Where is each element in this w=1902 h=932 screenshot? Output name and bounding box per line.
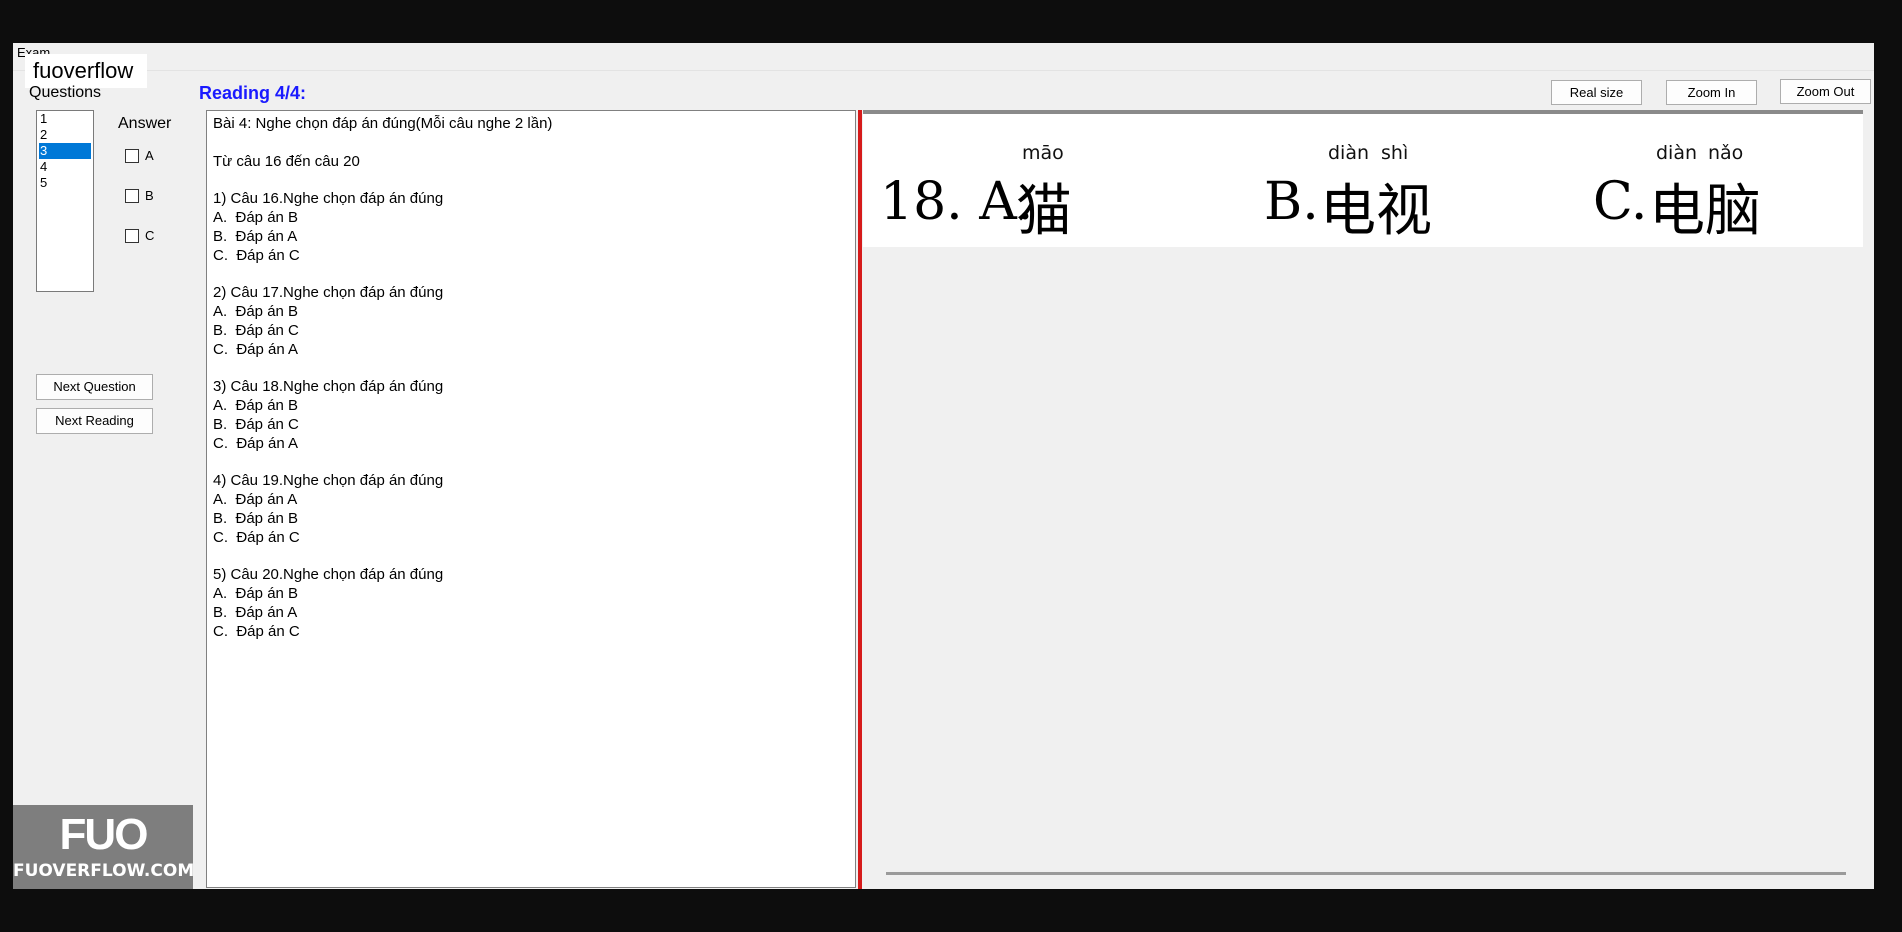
pinyin-c-2: nǎo <box>1708 142 1744 164</box>
answer-option-a[interactable]: A <box>125 148 154 163</box>
reading-text-line: 4) Câu 19.Nghe chọn đáp án đúng <box>213 472 444 490</box>
logo-text: FUOVERFLOW.COM <box>13 861 195 881</box>
real-size-button[interactable]: Real size <box>1551 80 1642 105</box>
reading-text-line <box>213 547 849 566</box>
pinyin-b-2: shì <box>1381 142 1409 164</box>
next-question-button[interactable]: Next Question <box>36 374 153 400</box>
reading-text-line: A. Đáp án B <box>213 302 299 320</box>
reading-text-line: B. Đáp án B <box>213 509 299 527</box>
checkbox-a[interactable] <box>125 148 139 163</box>
reading-title: Reading 4/4: <box>199 83 307 103</box>
reading-text-line <box>213 453 849 472</box>
pinyin-b-1: diàn <box>1328 142 1370 164</box>
reading-text-line: Bài 4: Nghe chọn đáp án đúng(Mỗi câu ngh… <box>213 115 553 132</box>
option-label: B <box>145 188 154 203</box>
image-viewer[interactable]: māo 18. A. 猫 diàn shì B. 电视 diàn nǎo C. … <box>863 110 1874 889</box>
reading-text-line <box>213 171 849 190</box>
option-b-hanzi: 电视 <box>1320 179 1432 244</box>
questions-label: Questions <box>29 84 102 101</box>
answer-option-c[interactable]: C <box>125 228 154 243</box>
reading-text-line: A. Đáp án A <box>213 490 298 508</box>
horizontal-scrollbar[interactable] <box>886 872 1846 875</box>
reading-text-line: A. Đáp án B <box>213 396 299 414</box>
reading-text-line: A. Đáp án B <box>213 208 299 226</box>
question-list-item[interactable]: 5 <box>37 175 93 191</box>
title-bar: Exam <box>13 43 1874 71</box>
option-c-label: C. <box>1593 172 1648 232</box>
question-list[interactable]: 1 2 3 4 5 <box>36 110 94 292</box>
answer-label: Answer <box>118 115 172 132</box>
checkbox-b[interactable] <box>125 188 139 203</box>
option-b-label: B. <box>1264 172 1319 232</box>
zoom-in-button[interactable]: Zoom In <box>1666 80 1757 105</box>
reading-text-line: Từ câu 16 đến câu 20 <box>213 152 360 170</box>
watermark-label: fuoverflow <box>25 54 148 88</box>
reading-text-line: 1) Câu 16.Nghe chọn đáp án đúng <box>213 190 444 208</box>
question-image: māo 18. A. 猫 diàn shì B. 电视 diàn nǎo C. … <box>863 110 1863 247</box>
option-label: C <box>145 228 155 243</box>
reading-text-line <box>213 359 849 378</box>
reading-text-line: 3) Câu 18.Nghe chọn đáp án đúng <box>213 378 444 396</box>
reading-text-line <box>213 134 849 153</box>
reading-text-line: C. Đáp án A <box>213 434 299 452</box>
fuoverflow-logo: FUO FUOVERFLOW.COM <box>13 805 195 889</box>
next-reading-button[interactable]: Next Reading <box>36 408 153 434</box>
pinyin-c-1: diàn <box>1656 142 1698 164</box>
pinyin-a: māo <box>1022 142 1064 164</box>
reading-text-line: B. Đáp án C <box>213 321 299 339</box>
option-a-label: 18. A. <box>880 172 1034 232</box>
reading-text-line: 5) Câu 20.Nghe chọn đáp án đúng <box>213 566 444 584</box>
exam-window: Exam fuoverflow Questions Reading 4/4: 1… <box>13 43 1874 889</box>
reading-text-line: C. Đáp án A <box>213 340 299 358</box>
reading-text-line: B. Đáp án A <box>213 603 298 621</box>
option-c-hanzi: 电脑 <box>1649 179 1761 244</box>
reading-text-pane[interactable]: Bài 4: Nghe chọn đáp án đúng(Mỗi câu ngh… <box>206 110 856 888</box>
question-list-item[interactable]: 1 <box>37 111 93 127</box>
splitter[interactable] <box>858 110 862 889</box>
zoom-out-button[interactable]: Zoom Out <box>1780 79 1871 104</box>
reading-text-line: C. Đáp án C <box>213 246 300 264</box>
question-list-item[interactable]: 2 <box>37 127 93 143</box>
logo-mark: FUO <box>59 810 149 859</box>
option-a-hanzi: 猫 <box>1016 179 1072 244</box>
question-list-item[interactable]: 4 <box>37 159 93 175</box>
reading-text-line: A. Đáp án B <box>213 584 299 602</box>
reading-text-line: B. Đáp án A <box>213 227 298 245</box>
reading-text-line: C. Đáp án C <box>213 528 300 546</box>
reading-text-line: 2) Câu 17.Nghe chọn đáp án đúng <box>213 284 444 302</box>
question-list-item-selected[interactable]: 3 <box>39 143 91 159</box>
checkbox-c[interactable] <box>125 228 139 243</box>
option-label: A <box>145 148 154 163</box>
reading-text-line: B. Đáp án C <box>213 415 299 433</box>
answer-option-b[interactable]: B <box>125 188 154 203</box>
reading-text-line: C. Đáp án C <box>213 622 300 640</box>
reading-text-line <box>213 265 849 284</box>
